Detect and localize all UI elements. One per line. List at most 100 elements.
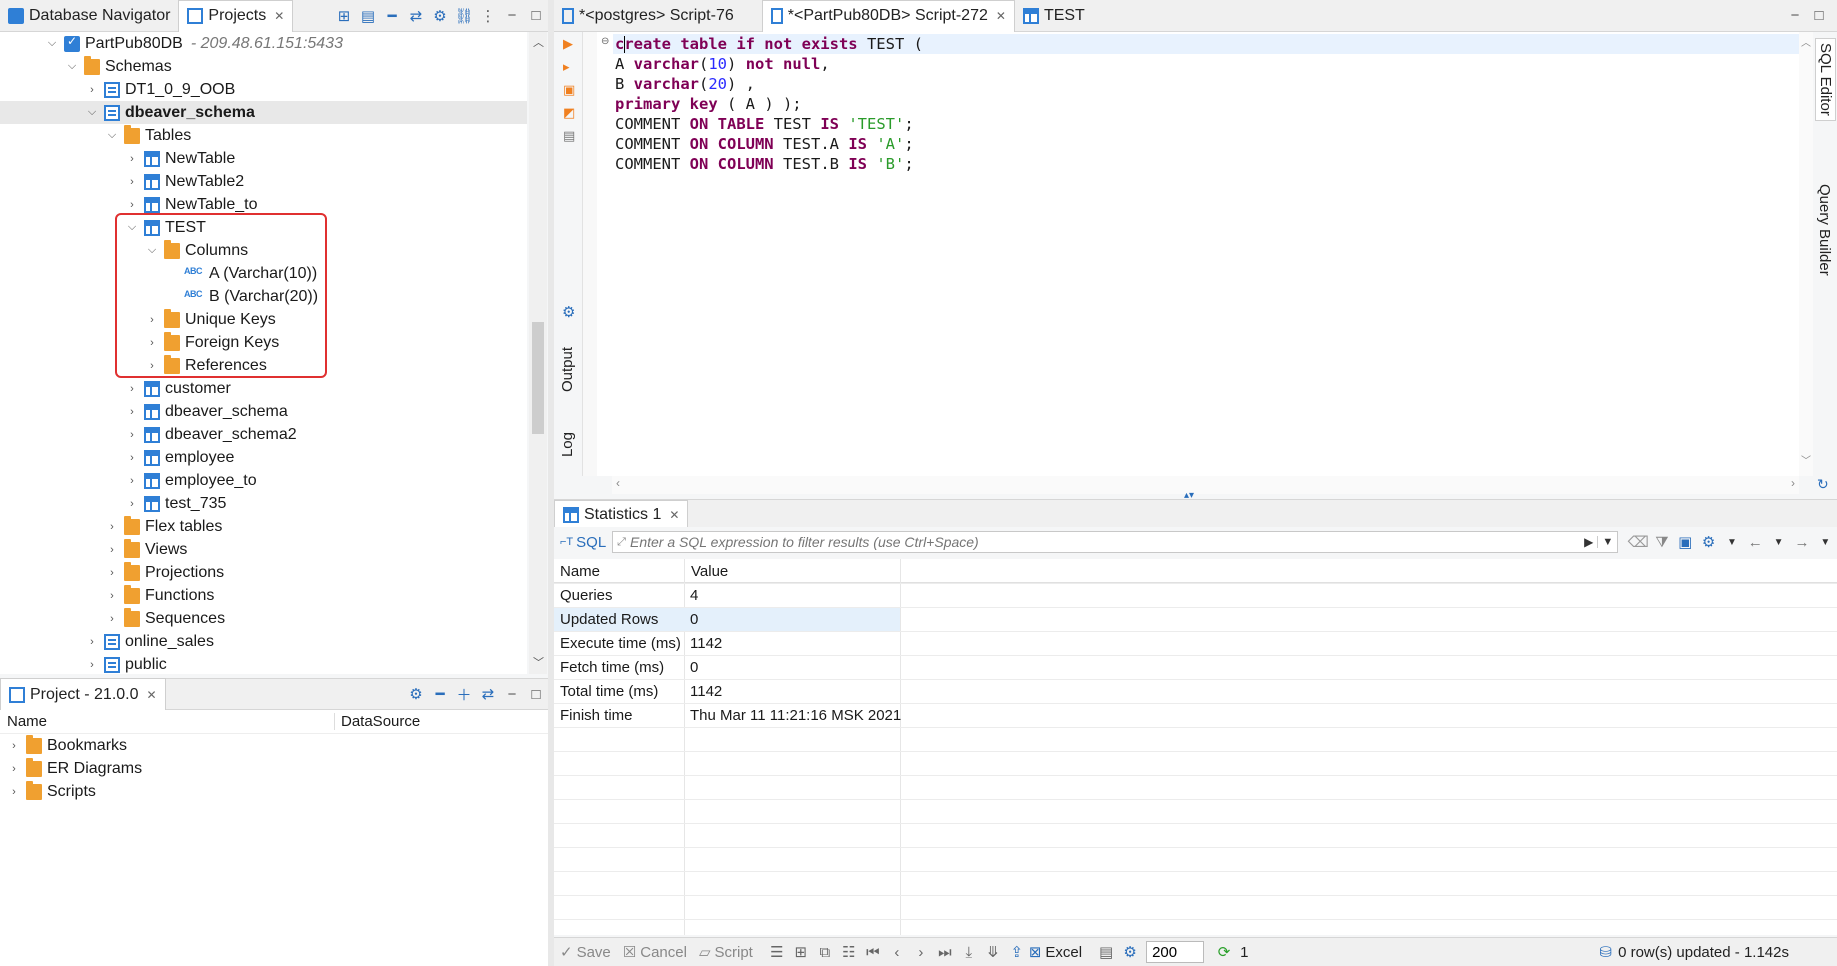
tree-item[interactable]: › NewTable [0,147,527,170]
back-icon[interactable]: ← [1746,532,1765,552]
chevron-right-icon[interactable]: › [124,427,140,443]
save-button[interactable]: ✓ Save [560,943,611,962]
close-icon[interactable]: ✕ [147,688,157,702]
editor-scrollbar[interactable]: ︿ ﹀ [1799,32,1813,476]
tree-item[interactable]: › employee_to [0,469,527,492]
close-icon[interactable]: ✕ [996,9,1006,23]
query-builder-tab[interactable]: Query Builder [1815,180,1834,280]
code-line[interactable]: primary key ( A ) ); [615,94,923,114]
tree-item[interactable]: › dbeaver_schema [0,400,527,423]
add-icon[interactable]: ＋ [454,684,474,704]
scroll-down-icon[interactable]: ﹀ [1801,452,1811,467]
fetch-size-input[interactable] [1146,941,1205,963]
filter-input[interactable] [629,534,1581,550]
prev-page-icon[interactable]: ‹ [887,942,907,962]
chevron-right-icon[interactable]: › [124,381,140,397]
tree-schemas[interactable]: ⌵ Schemas [0,55,527,78]
clear-filter-icon[interactable]: ⌫ [1628,532,1649,552]
collapse-icon[interactable]: ━ [382,6,402,26]
minimize-icon[interactable]: − [502,6,522,26]
tree-item[interactable]: › Flex tables [0,515,527,538]
chevron-right-icon[interactable]: › [84,657,100,673]
sync-icon[interactable]: ↻ [1817,476,1829,493]
tree-connection[interactable]: ⌵ PartPub80DB - 209.48.61.151:5433 [0,32,527,55]
gear-icon[interactable]: ⚙ [430,6,450,26]
cell-name[interactable]: Total time (ms) [554,679,684,703]
delete-row-icon[interactable]: ☷ [839,942,859,962]
maximize-icon[interactable]: □ [526,684,546,704]
link-editor-icon[interactable]: ⇄ [406,6,426,26]
tree-item[interactable]: › DT1_0_9_OOB [0,78,527,101]
tree-item[interactable]: › dbeaver_schema2 [0,423,527,446]
chevron-right-icon[interactable]: › [124,151,140,167]
tree-item[interactable]: ⌵ Tables [0,124,527,147]
expand-icon[interactable]: ⤢ [617,536,626,549]
close-icon[interactable]: ✕ [669,508,679,522]
chevron-right-icon[interactable]: › [104,588,120,604]
log-tab[interactable]: Log [559,432,576,457]
editor-hscrollbar[interactable]: ‹ › [612,476,1799,494]
chevron-right-icon[interactable]: › [6,761,22,777]
chevron-right-icon[interactable]: › [124,404,140,420]
execute-statement-icon[interactable]: ▶ [563,36,573,52]
project-item[interactable]: › Bookmarks [0,734,548,757]
tree-item[interactable]: › Views [0,538,527,561]
chevron-right-icon[interactable]: › [124,197,140,213]
execute-script-icon[interactable]: ▸ [563,59,570,75]
next-page-icon[interactable]: › [911,942,931,962]
forward-icon[interactable]: → [1792,532,1811,552]
cell-value[interactable]: 1142 [684,631,900,655]
cancel-button[interactable]: ☒ Cancel [623,943,687,962]
tree-item[interactable]: › public [0,653,527,674]
add-row-icon[interactable]: ⊞ [791,942,811,962]
chevron-right-icon[interactable]: › [6,784,22,800]
cell-value[interactable]: Thu Mar 11 11:21:16 MSK 2021 [684,703,901,727]
header-datasource[interactable]: DataSource [334,713,420,730]
tab-projects[interactable]: Projects ✕ [178,0,294,32]
tree-item[interactable]: › test_735 [0,492,527,515]
code-line[interactable]: create table if not exists TEST ( [615,34,923,54]
chevron-down-icon[interactable]: ⌵ [64,59,80,75]
tree-item-selected[interactable]: ⌵ dbeaver_schema [0,101,527,124]
project-item[interactable]: › Scripts [0,780,548,803]
chevron-right-icon[interactable]: › [84,634,100,650]
sql-toggle-button[interactable]: ⌐T SQL [560,534,606,551]
chevron-right-icon[interactable]: › [104,565,120,581]
collapse-icon[interactable]: ━ [430,684,450,704]
code-line[interactable]: A varchar(10) not null, [615,54,923,74]
cell-value[interactable]: 4 [684,583,900,607]
refresh-icon[interactable]: ⟳ [1214,942,1234,962]
new-connection-icon[interactable]: ⊞ [334,6,354,26]
connect-icon[interactable]: ⛓ [454,6,474,26]
chevron-right-icon[interactable]: › [124,174,140,190]
output-tab[interactable]: Output [559,347,576,392]
tree-item[interactable]: › online_sales [0,630,527,653]
tab-script-76[interactable]: *<postgres> Script-76 [554,0,742,32]
tree-item[interactable]: › Sequences [0,607,527,630]
execute-new-tab-icon[interactable]: ▣ [563,82,575,98]
chevron-right-icon[interactable]: › [104,519,120,535]
menu-icon[interactable]: ⋮ [478,6,498,26]
fold-icon[interactable]: ⊖ [601,36,609,47]
dropdown-icon[interactable]: ▼ [1722,532,1741,552]
tab-database-navigator[interactable]: Database Navigator [0,0,178,32]
cell-value[interactable]: 1142 [684,679,900,703]
scroll-up-icon[interactable]: ︿ [1801,34,1811,49]
tree-item[interactable]: › employee [0,446,527,469]
cell-name[interactable]: Finish time [554,703,684,727]
cell-name[interactable]: Execute time (ms) [554,631,684,655]
chevron-down-icon[interactable]: ⌵ [84,105,100,121]
chevron-right-icon[interactable]: › [104,611,120,627]
chevron-right-icon[interactable]: › [124,496,140,512]
scroll-down-icon[interactable]: ﹀ [533,654,544,670]
panels-icon[interactable]: ⚙ [1699,532,1718,552]
minimize-icon[interactable]: − [1785,6,1805,26]
tab-test[interactable]: TEST [1015,0,1093,32]
scroll-left-icon[interactable]: ‹ [616,476,620,490]
header-name[interactable]: Name [7,713,47,730]
tree-item[interactable]: › customer [0,377,527,400]
tab-project[interactable]: Project - 21.0.0 ✕ [0,678,166,710]
export-icon[interactable]: ⇪ [1007,942,1027,962]
explain-plan-icon[interactable]: ◩ [563,105,575,121]
link-editor-icon[interactable]: ⇄ [478,684,498,704]
